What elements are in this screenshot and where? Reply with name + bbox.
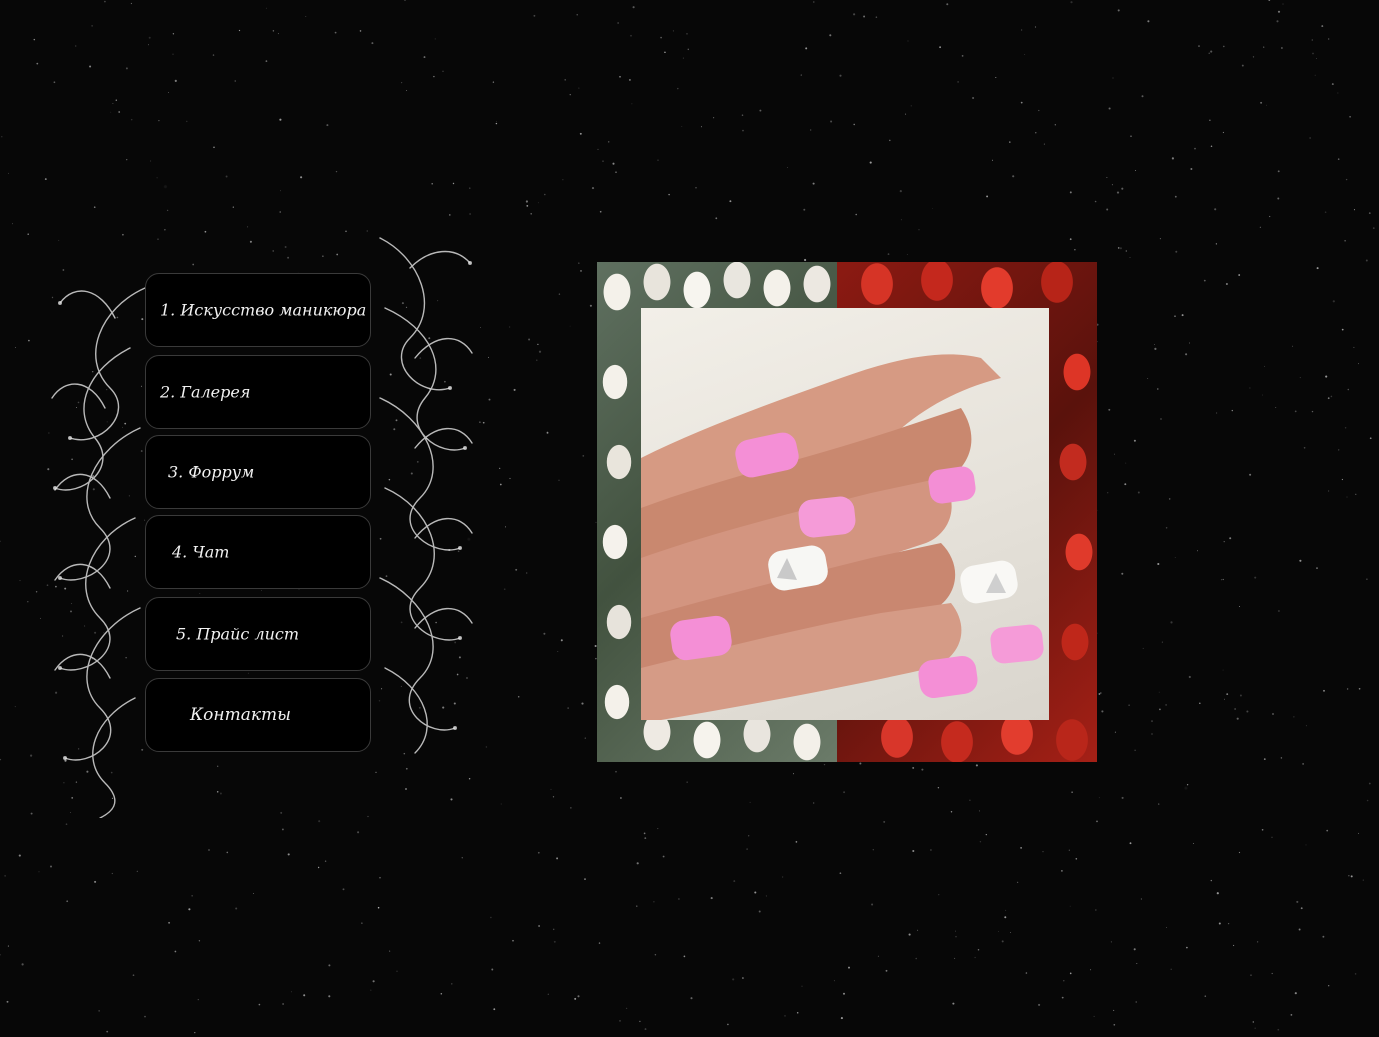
menu-item-label: 1. Искусство маникюра <box>160 300 367 320</box>
menu-item-label: 2. Галерея <box>160 382 251 402</box>
menu-item-price-list[interactable]: 5. Прайс лист <box>145 597 371 671</box>
menu-item-label: Контакты <box>190 705 291 725</box>
nail-pink <box>798 496 856 538</box>
menu-item-gallery[interactable]: 2. Галерея <box>145 355 371 429</box>
menu-item-label: 3. Форрум <box>168 462 255 482</box>
menu-item-contacts[interactable]: Контакты <box>145 678 371 752</box>
menu-item-manicure-art[interactable]: 1. Искусство маникюра <box>145 273 371 347</box>
nail-white <box>960 560 1018 604</box>
menu-item-label: 5. Прайс лист <box>176 624 300 644</box>
menu-item-forum[interactable]: 3. Форрум <box>145 435 371 509</box>
menu-item-chat[interactable]: 4. Чат <box>145 515 371 589</box>
hands-photo <box>641 308 1049 720</box>
nail-pink <box>990 624 1044 664</box>
manicure-photo <box>597 262 1097 762</box>
hands-illustration <box>641 354 1044 720</box>
menu-item-label: 4. Чат <box>172 542 230 562</box>
page: 1. Искусство маникюра 2. Галерея 3. Форр… <box>0 0 1379 1037</box>
